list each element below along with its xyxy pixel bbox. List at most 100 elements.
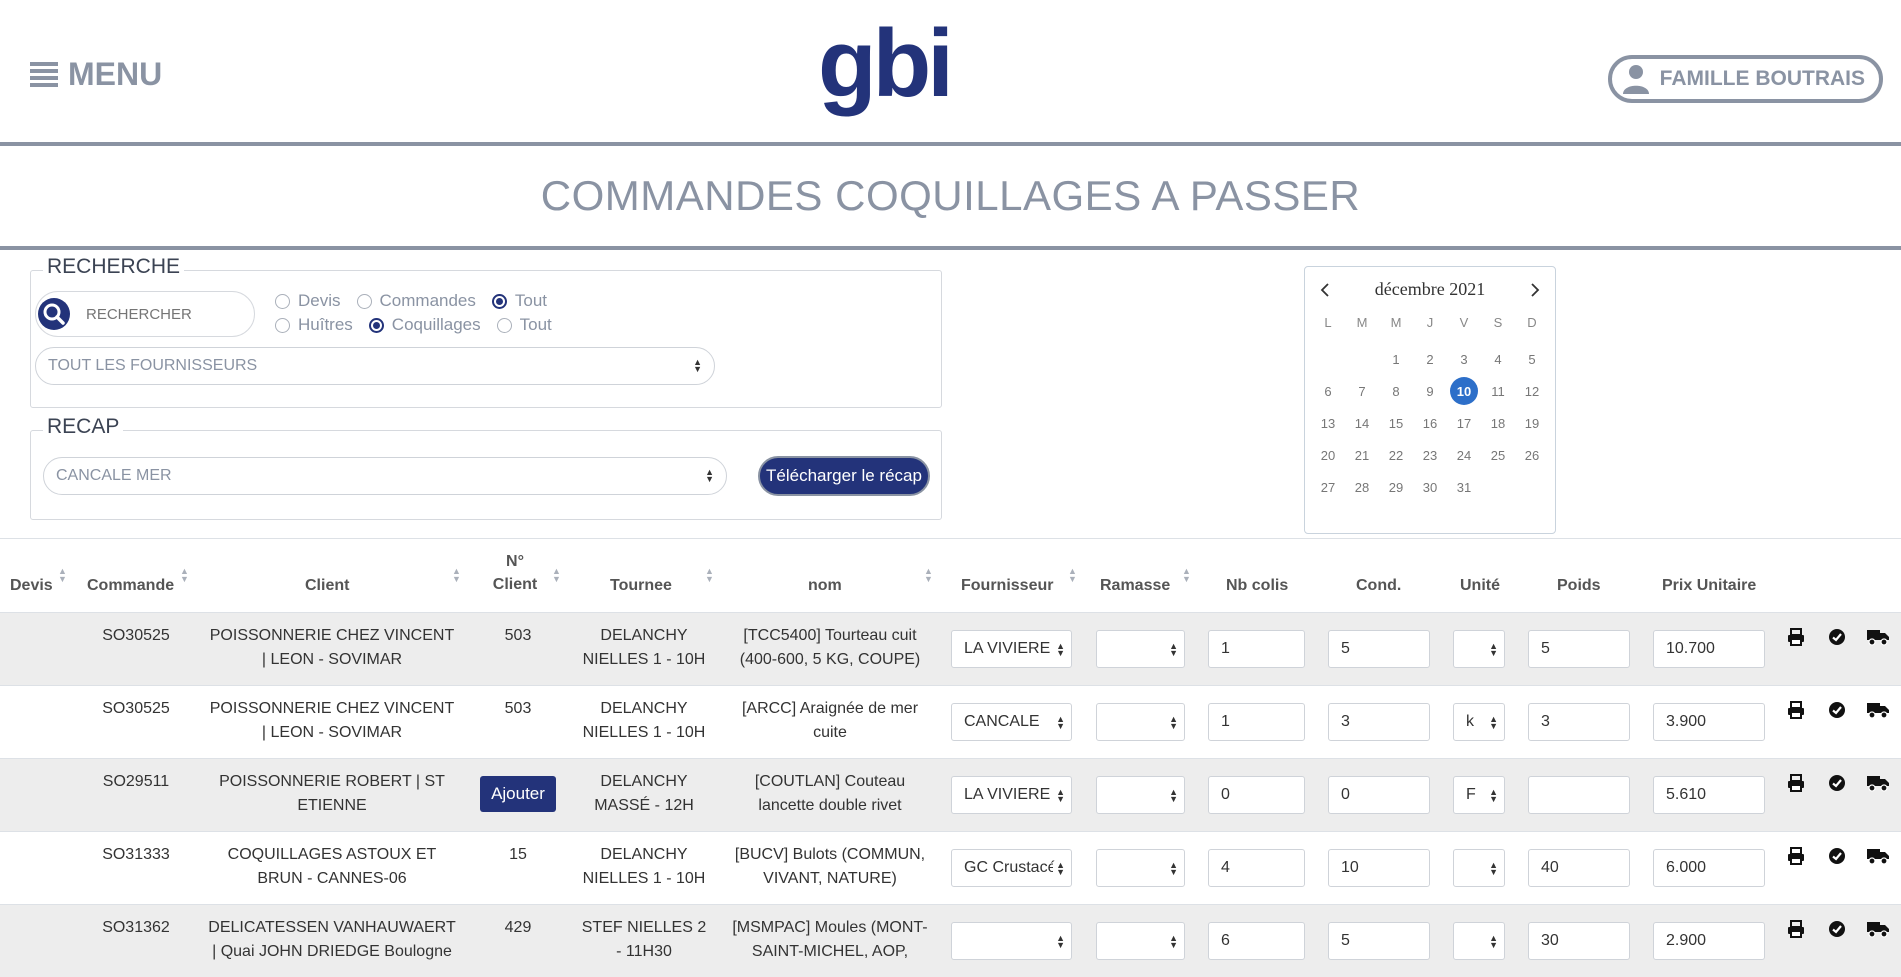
calendar-day[interactable]: 25 <box>1481 439 1515 471</box>
supplier-select[interactable]: GC Crustacés ▲ ▼ <box>951 849 1072 887</box>
col-no-client[interactable]: N° Client <box>490 553 540 594</box>
nb-colis-input[interactable]: 1 <box>1208 703 1305 741</box>
unit-select[interactable]: ▲ ▼ <box>1453 849 1505 887</box>
sort-icon[interactable]: ▲ ▼ <box>452 567 461 584</box>
calendar-day[interactable]: 9 <box>1413 375 1447 407</box>
weight-input[interactable]: 40 <box>1528 849 1630 887</box>
ramasse-select[interactable]: ▲ ▼ <box>1096 703 1185 741</box>
nb-colis-input[interactable]: 0 <box>1208 776 1305 814</box>
calendar-day[interactable]: 15 <box>1379 407 1413 439</box>
unit-select[interactable]: ▲ ▼ <box>1453 630 1505 668</box>
cond-input[interactable]: 3 <box>1328 703 1430 741</box>
truck-icon[interactable] <box>1866 701 1890 719</box>
ramasse-select[interactable]: ▲ ▼ <box>1096 849 1185 887</box>
col-nom[interactable]: nom <box>808 577 842 595</box>
radio-circle[interactable] <box>275 293 290 309</box>
calendar-day[interactable]: 6 <box>1311 375 1345 407</box>
print-icon[interactable] <box>1787 774 1805 792</box>
calendar-day[interactable]: 18 <box>1481 407 1515 439</box>
sort-icon[interactable]: ▲ ▼ <box>58 567 67 584</box>
print-icon[interactable] <box>1787 920 1805 938</box>
calendar-day[interactable]: 8 <box>1379 375 1413 407</box>
calendar-day[interactable]: 10 <box>1447 375 1481 407</box>
supplier-select[interactable]: LA VIVIERE ▲ ▼ <box>951 630 1072 668</box>
check-circle-icon[interactable] <box>1828 701 1846 719</box>
calendar-day[interactable]: 23 <box>1413 439 1447 471</box>
calendar-day[interactable]: 28 <box>1345 471 1379 503</box>
check-circle-icon[interactable] <box>1828 774 1846 792</box>
sort-icon[interactable]: ▲ ▼ <box>552 567 561 584</box>
print-icon[interactable] <box>1787 701 1805 719</box>
radio-product-tout[interactable]: Tout <box>496 315 552 335</box>
calendar-day[interactable]: 14 <box>1345 407 1379 439</box>
weight-input[interactable]: 5 <box>1528 630 1630 668</box>
calendar-day[interactable]: 30 <box>1413 471 1447 503</box>
calendar-day[interactable]: 7 <box>1345 375 1379 407</box>
calendar-day[interactable]: 22 <box>1379 439 1413 471</box>
nb-colis-input[interactable]: 4 <box>1208 849 1305 887</box>
calendar-day[interactable]: 11 <box>1481 375 1515 407</box>
cond-input[interactable]: 10 <box>1328 849 1430 887</box>
unit-select[interactable]: F ▲ ▼ <box>1453 776 1505 814</box>
weight-input[interactable]: 30 <box>1528 922 1630 960</box>
radio-circle[interactable] <box>496 317 512 333</box>
unit-price-input[interactable]: 10.700 <box>1653 630 1765 668</box>
unit-price-input[interactable]: 2.900 <box>1653 922 1765 960</box>
user-account-button[interactable]: FAMILLE BOUTRAIS <box>1607 55 1883 103</box>
col-tournee[interactable]: Tournee <box>610 577 672 595</box>
ramasse-select[interactable]: ▲ ▼ <box>1096 630 1185 668</box>
calendar-day[interactable]: 24 <box>1447 439 1481 471</box>
unit-select[interactable]: k ▲ ▼ <box>1453 703 1505 741</box>
truck-icon[interactable] <box>1866 774 1890 792</box>
col-fournisseur[interactable]: Fournisseur <box>961 577 1053 595</box>
chevron-right-icon[interactable] <box>1529 282 1541 298</box>
unit-price-input[interactable]: 6.000 <box>1653 849 1765 887</box>
supplier-select[interactable]: TOUT LES FOURNISSEURS ▲ ▼ <box>35 347 715 385</box>
calendar-day[interactable]: 29 <box>1379 471 1413 503</box>
radio-circle-selected[interactable] <box>368 317 384 333</box>
radio-devis[interactable]: Devis <box>275 291 341 311</box>
check-circle-icon[interactable] <box>1828 847 1846 865</box>
download-recap-button[interactable]: Télécharger le récap <box>758 456 930 496</box>
print-icon[interactable] <box>1787 628 1805 646</box>
calendar-day[interactable]: 5 <box>1515 343 1549 375</box>
weight-input[interactable] <box>1528 776 1630 814</box>
sort-icon[interactable]: ▲ ▼ <box>1068 567 1077 584</box>
nb-colis-input[interactable]: 6 <box>1208 922 1305 960</box>
calendar-day[interactable]: 21 <box>1345 439 1379 471</box>
calendar-day[interactable]: 4 <box>1481 343 1515 375</box>
supplier-select[interactable]: LA VIVIERE ▲ ▼ <box>951 776 1072 814</box>
ramasse-select[interactable]: ▲ ▼ <box>1096 776 1185 814</box>
radio-circle-selected[interactable] <box>491 293 507 309</box>
sort-icon[interactable]: ▲ ▼ <box>1182 567 1191 584</box>
unit-price-input[interactable]: 3.900 <box>1653 703 1765 741</box>
calendar-day[interactable]: 27 <box>1311 471 1345 503</box>
search-input[interactable] <box>86 305 236 323</box>
calendar-day[interactable]: 13 <box>1311 407 1345 439</box>
radio-circle[interactable] <box>275 317 290 333</box>
print-icon[interactable] <box>1787 847 1805 865</box>
col-ramasse[interactable]: Ramasse <box>1100 577 1170 595</box>
calendar-day[interactable]: 17 <box>1447 407 1481 439</box>
search-icon[interactable] <box>38 298 70 330</box>
radio-type-tout[interactable]: Tout <box>491 291 547 311</box>
supplier-select[interactable]: CANCALE ▲ ▼ <box>951 703 1072 741</box>
menu-button[interactable]: MENU <box>30 56 162 93</box>
calendar-day[interactable]: 2 <box>1413 343 1447 375</box>
nb-colis-input[interactable]: 1 <box>1208 630 1305 668</box>
chevron-left-icon[interactable] <box>1319 282 1331 298</box>
col-devis[interactable]: Devis <box>10 577 53 595</box>
cond-input[interactable]: 5 <box>1328 922 1430 960</box>
truck-icon[interactable] <box>1866 920 1890 938</box>
truck-icon[interactable] <box>1866 847 1890 865</box>
sort-icon[interactable]: ▲ ▼ <box>924 567 933 584</box>
recap-select[interactable]: CANCALE MER ▲ ▼ <box>43 457 727 495</box>
calendar-day[interactable]: 3 <box>1447 343 1481 375</box>
radio-commandes[interactable]: Commandes <box>356 291 476 311</box>
sort-icon[interactable]: ▲ ▼ <box>180 567 189 584</box>
radio-huitres[interactable]: Huîtres <box>275 315 353 335</box>
unit-select[interactable]: ▲ ▼ <box>1453 922 1505 960</box>
calendar-day[interactable]: 1 <box>1379 343 1413 375</box>
calendar-day[interactable]: 26 <box>1515 439 1549 471</box>
calendar-day[interactable]: 16 <box>1413 407 1447 439</box>
